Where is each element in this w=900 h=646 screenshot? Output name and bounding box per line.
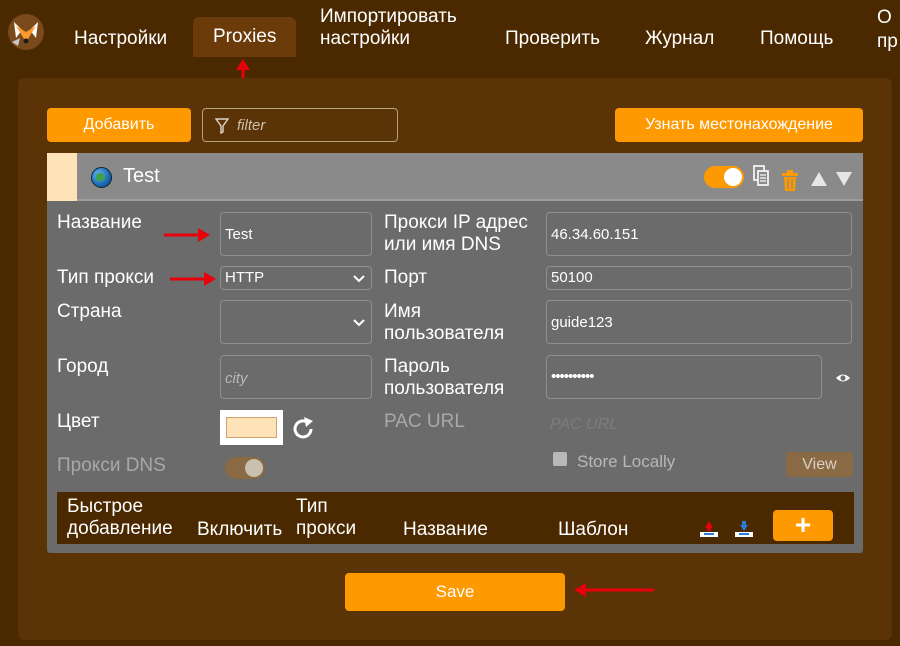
username-input[interactable]: guide123 bbox=[546, 300, 852, 344]
pac-url-label: PAC URL bbox=[384, 411, 465, 432]
move-up-icon[interactable] bbox=[810, 171, 828, 187]
add-pattern-button[interactable]: + bbox=[773, 510, 833, 541]
host-label: Прокси IP адрес или имя DNS bbox=[384, 212, 528, 255]
add-proxy-button[interactable]: Добавить bbox=[47, 108, 191, 142]
top-nav: Настройки Proxies Импортировать настройк… bbox=[0, 0, 900, 57]
duplicate-icon[interactable] bbox=[753, 165, 769, 187]
save-button[interactable]: Save bbox=[345, 573, 565, 611]
password-value: •••••••••• bbox=[551, 368, 595, 385]
tab-settings[interactable]: Настройки bbox=[74, 28, 167, 50]
proxy-enable-toggle[interactable] bbox=[704, 166, 744, 188]
patterns-name-header: Название bbox=[403, 519, 488, 540]
globe-icon bbox=[91, 167, 112, 188]
color-label: Цвет bbox=[57, 411, 100, 432]
patterns-enable-header: Включить bbox=[197, 519, 283, 540]
proxy-type-label: Тип прокси bbox=[57, 267, 155, 288]
proxy-color-strip bbox=[47, 153, 77, 201]
tab-proxies[interactable]: Proxies bbox=[193, 17, 297, 57]
annotation-arrow-right bbox=[164, 228, 210, 242]
port-value: 50100 bbox=[551, 269, 593, 286]
host-value: 46.34.60.151 bbox=[551, 226, 639, 243]
move-down-icon[interactable] bbox=[835, 171, 853, 187]
patterns-type-header: Тип прокси bbox=[296, 496, 357, 539]
patterns-quick-add-header: Быстрое добавление bbox=[67, 496, 173, 539]
store-locally-checkbox[interactable] bbox=[553, 452, 567, 466]
delete-icon[interactable] bbox=[781, 170, 799, 192]
proxy-title: Test bbox=[123, 165, 160, 187]
tab-check[interactable]: Проверить bbox=[505, 28, 600, 50]
view-button[interactable]: View bbox=[786, 452, 853, 477]
tab-log[interactable]: Журнал bbox=[645, 28, 714, 50]
filter-icon bbox=[215, 118, 229, 134]
reset-color-icon[interactable] bbox=[290, 416, 316, 442]
port-input[interactable]: 50100 bbox=[546, 266, 852, 290]
proxy-dns-toggle[interactable] bbox=[225, 457, 265, 479]
tab-import-settings[interactable]: Импортировать настройки bbox=[320, 6, 480, 50]
password-input[interactable]: •••••••••• bbox=[546, 355, 822, 399]
export-patterns-icon[interactable] bbox=[733, 519, 755, 539]
tab-about[interactable]: О пр bbox=[877, 6, 900, 54]
port-label: Порт bbox=[384, 267, 428, 288]
country-label: Страна bbox=[57, 301, 122, 322]
city-label: Город bbox=[57, 356, 109, 377]
name-value: Test bbox=[225, 226, 253, 243]
color-picker[interactable] bbox=[220, 410, 283, 445]
import-patterns-icon[interactable] bbox=[698, 519, 720, 539]
proxy-type-select[interactable]: HTTP bbox=[220, 266, 372, 290]
username-value: guide123 bbox=[551, 314, 613, 331]
patterns-pattern-header: Шаблон bbox=[558, 519, 629, 540]
filter-input[interactable]: filter bbox=[202, 108, 398, 142]
city-placeholder: city bbox=[225, 370, 248, 387]
annotation-arrow-left bbox=[574, 583, 654, 597]
proxy-dns-label: Прокси DNS bbox=[57, 455, 166, 476]
pac-url-input[interactable]: PAC URL bbox=[550, 416, 618, 434]
chevron-down-icon bbox=[353, 275, 365, 283]
tab-help[interactable]: Помощь bbox=[760, 28, 833, 50]
name-input[interactable]: Test bbox=[220, 212, 372, 256]
password-label: Пароль пользователя bbox=[384, 356, 505, 399]
username-label: Имя пользователя bbox=[384, 301, 505, 344]
chevron-down-icon bbox=[353, 319, 365, 327]
proxy-type-value: HTTP bbox=[225, 269, 265, 286]
city-input[interactable]: city bbox=[220, 355, 372, 399]
country-select[interactable] bbox=[220, 300, 372, 344]
proxy-card-header[interactable]: Test bbox=[47, 153, 863, 201]
color-swatch bbox=[226, 417, 277, 438]
annotation-arrow-right bbox=[170, 272, 216, 286]
store-locally-label: Store Locally bbox=[577, 452, 676, 471]
host-input[interactable]: 46.34.60.151 bbox=[546, 212, 852, 256]
fox-logo-icon bbox=[6, 12, 46, 52]
find-location-button[interactable]: Узнать местонахождение bbox=[615, 108, 863, 142]
name-label: Название bbox=[57, 212, 142, 233]
show-password-icon[interactable] bbox=[835, 372, 851, 384]
filter-placeholder: filter bbox=[237, 117, 266, 134]
